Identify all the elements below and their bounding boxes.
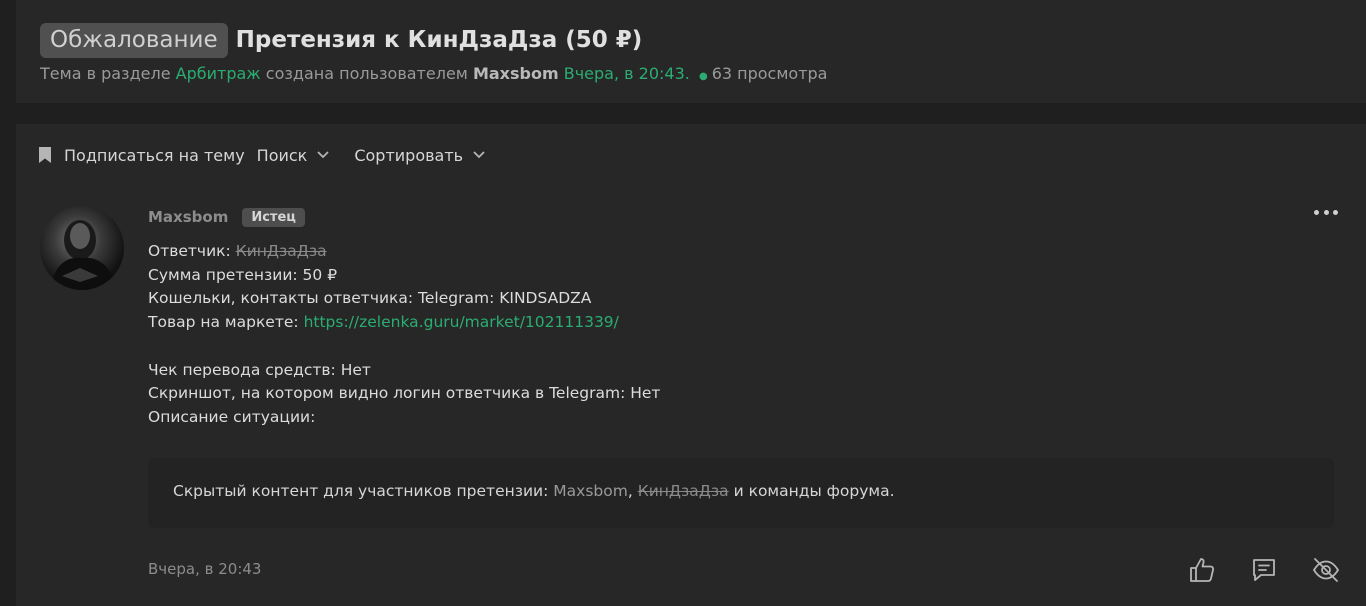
- more-options-icon[interactable]: [1314, 210, 1338, 218]
- chevron-down-icon: [473, 151, 485, 159]
- section-link[interactable]: Арбитраж: [176, 64, 261, 83]
- thumbs-up-icon[interactable]: [1188, 556, 1216, 584]
- hidden-user-link[interactable]: Maxsbom: [553, 482, 628, 500]
- hidden-content-text: Скрытый контент для участников претензии…: [173, 482, 549, 500]
- reply-icon[interactable]: [1250, 556, 1278, 584]
- thread-toolbar: Подписаться на тему Поиск Сортировать: [39, 144, 486, 166]
- avatar-image: [50, 220, 116, 290]
- hidden-content-box: Скрытый контент для участников претензии…: [148, 458, 1334, 528]
- eye-off-icon[interactable]: [1312, 556, 1340, 584]
- thread-date[interactable]: Вчера, в 20:43.: [564, 64, 690, 83]
- thread-prefix[interactable]: Обжалование: [40, 22, 228, 58]
- market-line: Товар на маркете: https://zelenka.guru/m…: [148, 311, 1338, 335]
- thread-meta: Тема в разделе Арбитраж создана пользова…: [40, 64, 827, 83]
- respondent-line: Ответчик: КинДзаДза: [148, 240, 1338, 264]
- post-date[interactable]: Вчера, в 20:43: [148, 560, 261, 578]
- thread-header: Обжалование Претензия к КинДзаДза (50 ₽)…: [16, 0, 1366, 103]
- amount-line: Сумма претензии: 50 ₽: [148, 265, 338, 284]
- role-badge: Истец: [242, 207, 305, 227]
- view-count: 63 просмотра: [711, 64, 828, 83]
- hidden-user-link[interactable]: КинДзаДза: [638, 482, 729, 500]
- screenshot-line: Скриншот, на котором видно логин ответчи…: [148, 384, 661, 403]
- market-label: Товар на маркете:: [148, 313, 299, 332]
- more-dot: [1323, 210, 1329, 215]
- post: Maxsbom Истец Ответчик: КинДзаДза Сумма …: [148, 206, 1338, 528]
- chevron-down-icon: [317, 151, 329, 159]
- thread-title: Претензия к КинДзаДза (50 ₽): [235, 27, 643, 53]
- contacts-line: Кошельки, контакты ответчика: Telegram: …: [148, 289, 592, 308]
- post-actions: [1188, 556, 1340, 584]
- bookmark-icon: [39, 147, 51, 163]
- sort-label: Сортировать: [354, 145, 464, 165]
- hidden-content-suffix: и команды форума.: [733, 482, 895, 500]
- meta-separator-dot: ●: [698, 71, 708, 82]
- post-header: Maxsbom Истец: [148, 206, 1338, 228]
- avatar[interactable]: [40, 206, 124, 290]
- subscribe-label: Подписаться на тему: [64, 145, 245, 165]
- more-dot: [1314, 210, 1319, 215]
- sort-dropdown[interactable]: Сортировать: [354, 146, 486, 165]
- hidden-separator: ,: [627, 482, 633, 500]
- post-author[interactable]: Maxsbom: [148, 208, 228, 226]
- meta-section-label: Тема в разделе: [40, 64, 171, 83]
- subscribe-button[interactable]: Подписаться на тему: [39, 146, 245, 165]
- description-line: Описание ситуации:: [148, 407, 316, 426]
- respondent-name[interactable]: КинДзаДза: [236, 242, 327, 260]
- market-link[interactable]: https://zelenka.guru/market/102111339/: [304, 313, 619, 331]
- meta-author-label: создана пользователем: [265, 64, 468, 83]
- search-label: Поиск: [256, 145, 308, 165]
- receipt-line: Чек перевода средств: Нет: [148, 360, 371, 379]
- post-body: Ответчик: КинДзаДза Сумма претензии: 50 …: [148, 240, 1338, 430]
- thread-title-row: Обжалование Претензия к КинДзаДза (50 ₽): [40, 20, 642, 60]
- more-dot: [1333, 210, 1338, 215]
- search-dropdown[interactable]: Поиск: [257, 146, 331, 165]
- thread-panel: Подписаться на тему Поиск Сортировать Ma…: [16, 124, 1366, 606]
- author-link[interactable]: Maxsbom: [473, 64, 559, 83]
- respondent-label: Ответчик:: [148, 242, 231, 260]
